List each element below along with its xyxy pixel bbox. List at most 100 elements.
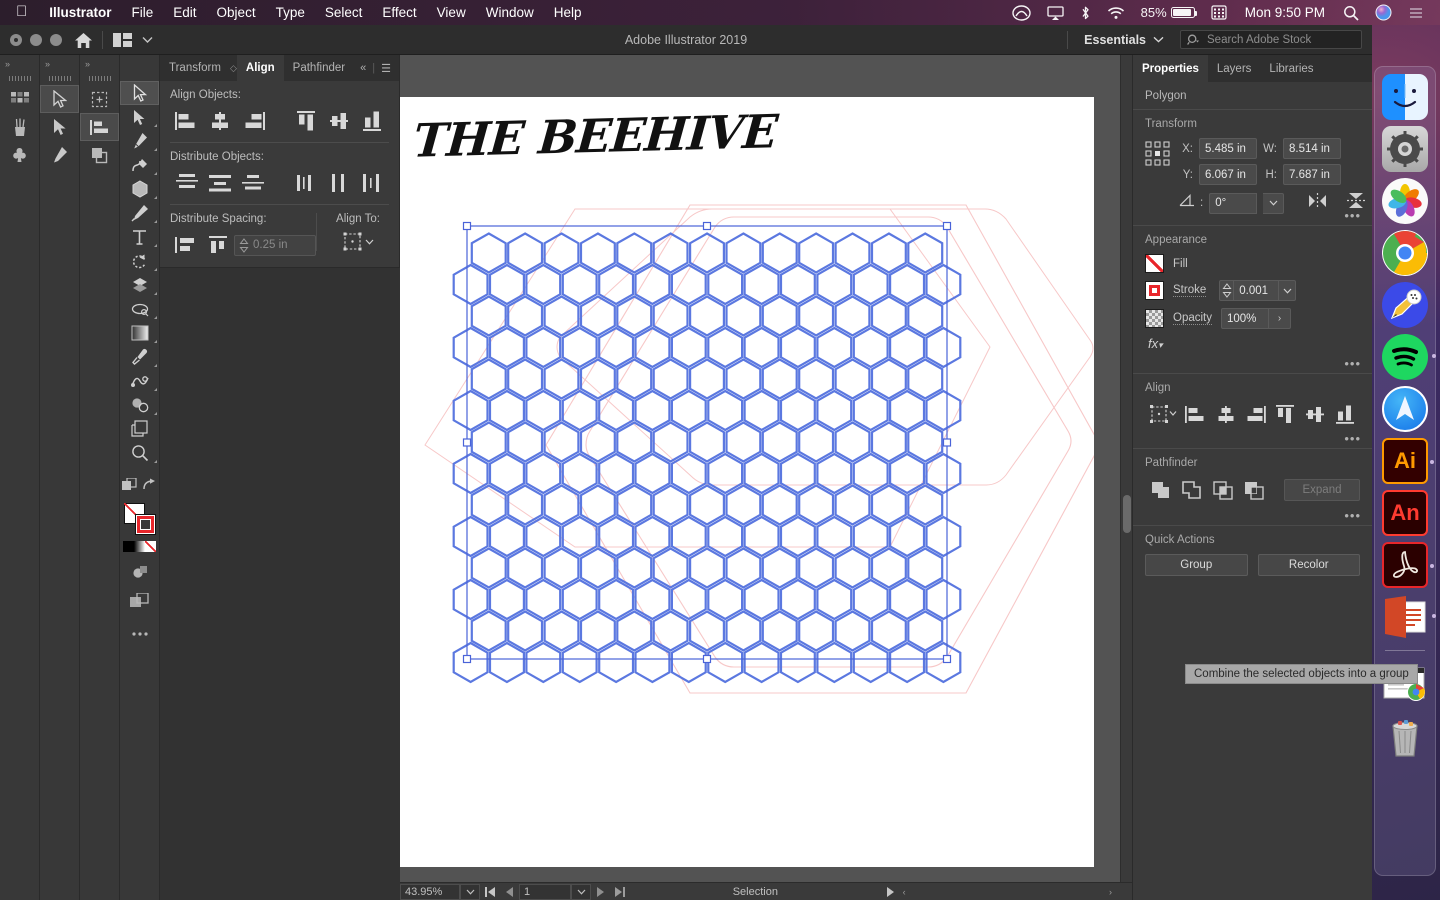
align-vertical-center-icon[interactable]: [1300, 402, 1330, 426]
resize-grip-icon[interactable]: ›: [1105, 887, 1132, 897]
align-bottom-icon[interactable]: [356, 108, 389, 134]
blend-tool[interactable]: [120, 369, 159, 393]
y-input[interactable]: 6.067 in: [1199, 164, 1257, 185]
stroke-weight-control[interactable]: 0.001: [1219, 280, 1296, 301]
creative-cloud-icon[interactable]: [1004, 5, 1039, 21]
gradient-tool[interactable]: [120, 321, 159, 345]
tab-pathfinder[interactable]: Pathfinder: [284, 55, 354, 81]
pen-tool[interactable]: [120, 129, 159, 153]
x-input[interactable]: 5.485 in: [1199, 138, 1257, 159]
zoom-tool[interactable]: [120, 441, 159, 465]
color-mode-buttons[interactable]: [123, 541, 157, 552]
rotate-tool[interactable]: [120, 249, 159, 273]
menu-item-illustrator[interactable]: Illustrator: [39, 5, 121, 20]
zoom-level-input[interactable]: 43.95%: [400, 884, 460, 900]
flip-horizontal-icon[interactable]: [1308, 193, 1327, 214]
siri-icon[interactable]: [1367, 4, 1400, 21]
apple-menu-icon[interactable]: : [8, 4, 39, 21]
shape-builder-tool[interactable]: [120, 273, 159, 297]
selection-tool[interactable]: [120, 81, 159, 105]
distribute-vertical-bottom-icon[interactable]: [236, 170, 269, 196]
tab-libraries[interactable]: Libraries: [1260, 55, 1322, 82]
exclude-icon[interactable]: [1238, 477, 1269, 503]
fill-stroke-swatches[interactable]: [124, 503, 156, 535]
microsoft-powerpoint-icon[interactable]: [1382, 594, 1428, 640]
screen-mode-icon[interactable]: [130, 588, 149, 612]
strip-2-grip[interactable]: [40, 72, 79, 85]
stroke-weight-dropdown[interactable]: [1279, 280, 1296, 301]
search-adobe-stock-input[interactable]: Search Adobe Stock: [1180, 30, 1362, 49]
intersect-icon[interactable]: [1207, 477, 1238, 503]
fill-none-swatch-icon[interactable]: [1145, 254, 1164, 273]
menu-item-file[interactable]: File: [122, 5, 164, 20]
drawing-mode-icon[interactable]: [132, 560, 148, 584]
menu-item-effect[interactable]: Effect: [372, 5, 426, 20]
home-icon[interactable]: [74, 32, 92, 48]
align-top-icon[interactable]: [1270, 402, 1300, 426]
pen-tool-icon[interactable]: [40, 141, 79, 169]
canvas-vertical-scrollbar[interactable]: [1120, 55, 1132, 900]
align-left-icon[interactable]: [170, 108, 203, 134]
align-to-button[interactable]: [327, 232, 389, 251]
align-right-icon[interactable]: [236, 108, 269, 134]
tab-align[interactable]: Align: [237, 55, 284, 81]
symbols-icon[interactable]: [0, 141, 39, 169]
photos-icon[interactable]: [1382, 178, 1428, 224]
expand-strip-1-icon[interactable]: »: [0, 55, 39, 72]
finder-icon[interactable]: [1382, 74, 1428, 120]
align-vertical-center-icon[interactable]: [323, 108, 356, 134]
spotlight-search-icon[interactable]: [1335, 5, 1367, 21]
sketch-notes-icon[interactable]: [1382, 282, 1428, 328]
align-more-options-icon[interactable]: •••: [1344, 435, 1361, 443]
bluetooth-icon[interactable]: [1072, 5, 1099, 21]
strip-3-grip[interactable]: [80, 72, 119, 85]
artboard[interactable]: THE BEEHIVE: [400, 97, 1094, 867]
align-bottom-icon[interactable]: [1330, 402, 1360, 426]
zoom-dropdown-button[interactable]: [460, 884, 480, 900]
status-collapse-icon[interactable]: ‹: [899, 887, 910, 897]
adobe-illustrator-icon[interactable]: Ai: [1382, 438, 1428, 484]
menu-item-view[interactable]: View: [427, 5, 476, 20]
align-horizontal-center-icon[interactable]: [203, 108, 236, 134]
system-preferences-icon[interactable]: [1382, 126, 1428, 172]
next-artboard-button[interactable]: [591, 884, 609, 900]
opacity-more-icon[interactable]: ›: [1269, 308, 1291, 329]
distribute-vertical-space-icon[interactable]: [170, 232, 202, 258]
artboard-number-input[interactable]: 1: [519, 884, 571, 900]
curvature-tool[interactable]: [120, 153, 159, 177]
distribute-horizontal-right-icon[interactable]: [356, 170, 389, 196]
recolor-button[interactable]: Recolor: [1258, 554, 1361, 576]
align-left-icon[interactable]: [1181, 402, 1211, 426]
h-input[interactable]: 7.687 in: [1283, 164, 1341, 185]
collapse-icon[interactable]: «: [360, 62, 366, 74]
type-tool[interactable]: [120, 225, 159, 249]
stroke-weight-input[interactable]: 0.001: [1233, 280, 1279, 301]
menu-item-object[interactable]: Object: [207, 5, 266, 20]
trash-icon[interactable]: [1382, 713, 1428, 759]
spotify-icon[interactable]: [1382, 334, 1428, 380]
opacity-control[interactable]: 100% ›: [1221, 308, 1291, 329]
stroke-label[interactable]: Stroke: [1173, 284, 1206, 297]
close-window-button[interactable]: [10, 34, 22, 46]
spacing-input[interactable]: 0.25 in: [234, 235, 316, 256]
fx-button[interactable]: fx▾: [1145, 336, 1360, 351]
unite-icon[interactable]: [1145, 477, 1176, 503]
group-button[interactable]: Group: [1145, 554, 1248, 576]
artboards-icon[interactable]: [80, 85, 119, 113]
first-artboard-button[interactable]: [480, 884, 501, 900]
color-button[interactable]: [123, 541, 134, 552]
window-controls[interactable]: [0, 34, 62, 46]
pathfinder-icon[interactable]: [80, 141, 119, 169]
brushes-icon[interactable]: [0, 113, 39, 141]
distribute-horizontal-left-icon[interactable]: [290, 170, 323, 196]
direct-selection-tool[interactable]: [120, 105, 159, 129]
adobe-animate-icon[interactable]: An: [1382, 490, 1428, 536]
symbol-sprayer-tool[interactable]: [120, 393, 159, 417]
w-input[interactable]: 8.514 in: [1283, 138, 1341, 159]
direct-selection-tool-icon[interactable]: [40, 113, 79, 141]
google-chrome-icon[interactable]: [1382, 230, 1428, 276]
scrollbar-thumb[interactable]: [1123, 495, 1131, 533]
align-to-selection-icon[interactable]: [1145, 402, 1181, 426]
artboard-tool[interactable]: [120, 417, 159, 441]
tab-layers[interactable]: Layers: [1208, 55, 1261, 82]
